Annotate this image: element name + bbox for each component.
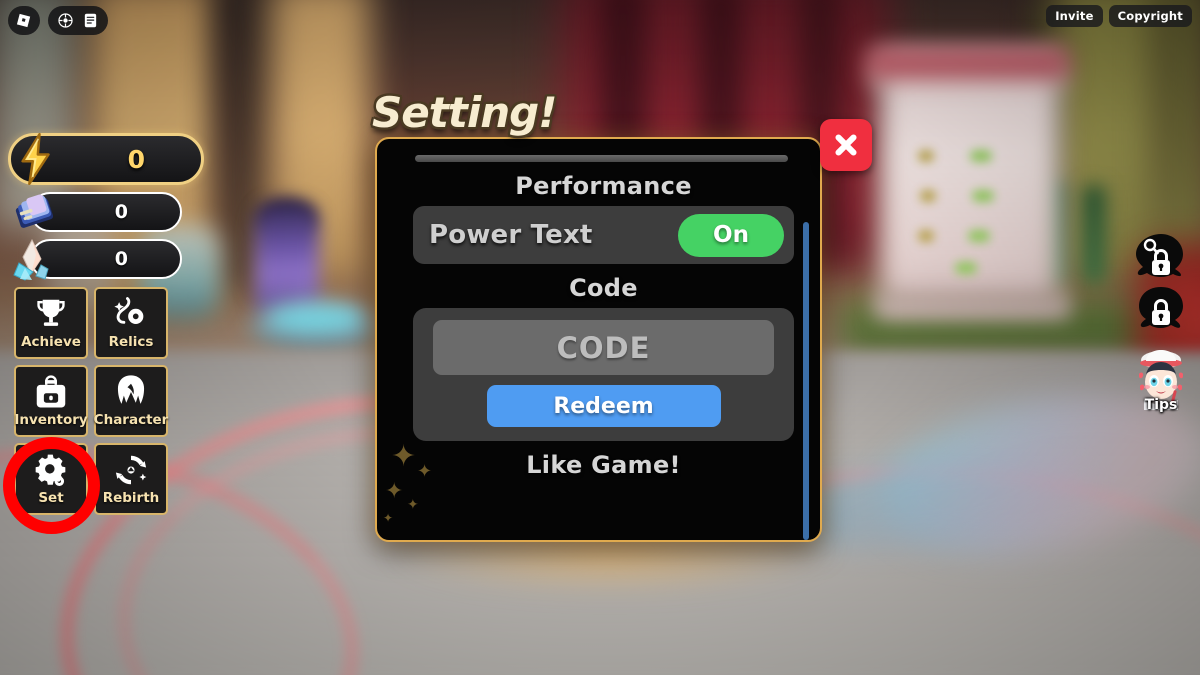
invite-button[interactable]: Invite	[1046, 5, 1103, 27]
menu-button-settings[interactable]: Set	[14, 443, 88, 515]
menu-label-rebirth: Rebirth	[102, 490, 160, 506]
currency-value-power: 0	[127, 144, 145, 174]
dialog-title: Setting!	[372, 88, 557, 137]
close-button[interactable]	[820, 119, 872, 171]
gear-icon	[35, 454, 66, 487]
locked-feature-button[interactable]	[1130, 284, 1192, 342]
topbar-tools-group	[48, 6, 108, 35]
menu-button-relics[interactable]: Relics	[94, 287, 168, 359]
lightning-bolt-icon	[4, 128, 66, 190]
menu-label-settings: Set	[38, 490, 64, 506]
menu-label-achieve: Achieve	[21, 334, 81, 350]
trophy-icon	[37, 299, 65, 326]
tips-label: Tips	[1144, 397, 1178, 413]
close-icon	[835, 134, 857, 156]
roblox-logo-button[interactable]	[8, 6, 40, 35]
backpack-icon	[36, 375, 66, 408]
currency-value-tickets: 0	[114, 201, 128, 223]
locked-shop-button[interactable]	[1130, 232, 1192, 290]
dialog-scrollbar-thumb[interactable]	[803, 222, 809, 540]
right-side-rail: Tips	[1128, 232, 1194, 413]
section-heading-code: Code	[569, 274, 638, 302]
roblox-logo-icon	[16, 12, 33, 29]
crystal-gem-icon	[8, 233, 60, 285]
code-input[interactable]: CODE	[433, 320, 774, 375]
menu-label-character: Character	[93, 412, 169, 428]
currency-row-gems[interactable]: 0	[8, 238, 204, 281]
dialog-scrollbar[interactable]	[803, 222, 809, 540]
menu-label-inventory: Inventory	[14, 412, 88, 428]
currency-value-gems: 0	[114, 248, 128, 270]
settings-dialog: ✦ ✦ ✦ ✦ ✦ Performance Power Text On Code…	[375, 137, 822, 542]
toggle-power-text[interactable]: On	[678, 213, 784, 257]
menu-button-inventory[interactable]: Inventory	[14, 365, 88, 437]
option-row-power-text[interactable]: Power Text On	[413, 206, 794, 264]
menu-button-achieve[interactable]: Achieve	[14, 287, 88, 359]
currency-row-power[interactable]: 0	[8, 133, 204, 185]
rebirth-arrows-icon	[115, 455, 147, 485]
currency-row-tickets[interactable]: 0	[8, 192, 204, 232]
relic-hook-icon	[114, 297, 144, 324]
section-heading-like-game: Like Game!	[526, 451, 681, 479]
option-label-power-text: Power Text	[429, 220, 593, 250]
menu-label-relics: Relics	[108, 334, 154, 350]
capture-icon[interactable]	[57, 12, 74, 29]
menu-button-character[interactable]: Character	[94, 365, 168, 437]
character-head-icon	[117, 375, 145, 404]
redeem-button[interactable]: Redeem	[486, 385, 721, 427]
code-redeem-box: CODE Redeem	[413, 308, 794, 441]
chat-icon[interactable]	[82, 12, 99, 29]
copyright-button[interactable]: Copyright	[1108, 5, 1192, 27]
hud-menu-grid: Achieve Relics Inventory Character Set R…	[14, 287, 204, 515]
section-heading-performance: Performance	[515, 172, 692, 200]
tips-button[interactable]: Tips	[1128, 346, 1194, 413]
topbar-right-group: Invite Copyright	[1046, 5, 1192, 27]
topbar-left-group	[8, 6, 108, 35]
scroll-top-divider	[415, 155, 788, 162]
menu-button-rebirth[interactable]: Rebirth	[94, 443, 168, 515]
card-pack-icon	[8, 186, 60, 238]
left-hud: 0 0 0 Achieve Relics Inventory Character…	[8, 133, 204, 515]
